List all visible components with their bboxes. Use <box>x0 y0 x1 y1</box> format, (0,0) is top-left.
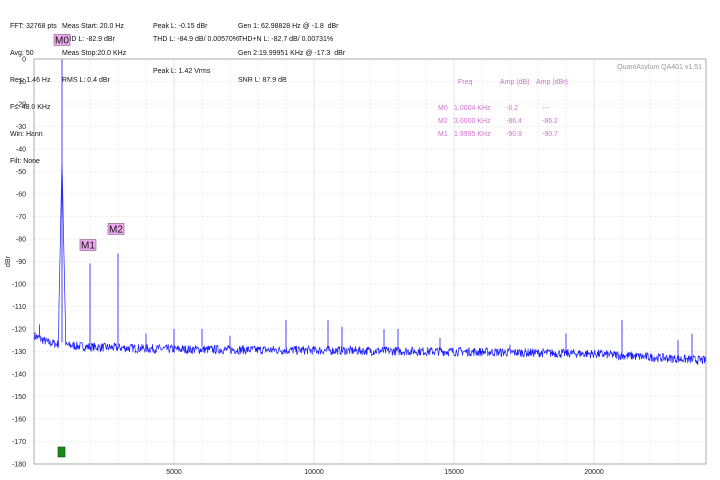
marker-table-header: Freq <box>458 79 473 86</box>
marker-table-cell: M2 <box>438 118 448 125</box>
marker-m1[interactable]: M1 <box>79 239 97 252</box>
marker-label: M0 <box>55 35 69 46</box>
marker-labels[interactable]: M0 M1 M2 <box>53 34 125 252</box>
marker-m0[interactable]: M0 <box>53 34 71 46</box>
x-tick-label: 15000 <box>444 469 464 476</box>
bottom-indicator-icon[interactable] <box>57 446 66 458</box>
marker-table-header: Amp (dB) <box>500 79 530 86</box>
x-tick-label: 10000 <box>304 469 324 476</box>
y-tick-label: -110 <box>13 304 27 311</box>
y-tick-label: -150 <box>12 394 26 401</box>
marker-table-cell: 1.9995 KHz <box>454 131 491 138</box>
marker-table-cell: -90.9 <box>506 131 522 138</box>
spectrum-trace <box>34 165 707 366</box>
marker-table-cell: M0 <box>438 105 448 112</box>
y-tick-label: -130 <box>12 349 26 356</box>
y-tick-label: -60 <box>16 192 26 199</box>
marker-label: M2 <box>109 224 123 235</box>
y-tick-label: -170 <box>12 439 26 446</box>
y-tick-label: -140 <box>12 372 26 379</box>
watermark-text: QuantAsylum QA401 v1.51 <box>617 64 702 71</box>
marker-table-cell: 3.0000 KHz <box>454 118 491 125</box>
marker-m2[interactable]: M2 <box>107 223 125 235</box>
x-tick-label: 20000 <box>584 469 604 476</box>
y-tick-label: -10 <box>16 79 26 86</box>
spectrum-chart[interactable]: 0 -10 -20 -30 -40 -50 -60 -70 -80 -90 -100 -110 -120… <box>0 0 720 480</box>
y-tick-label: -90 <box>16 259 26 266</box>
marker-table-cell: -86.2 <box>542 118 558 125</box>
y-tick-label: -80 <box>16 237 26 244</box>
y-axis-label: dBr <box>5 255 12 267</box>
y-tick-label: -20 <box>16 102 26 109</box>
y-tick-label: -30 <box>16 124 26 131</box>
y-tick-label: -180 <box>12 462 26 469</box>
marker-table-cell: --- <box>542 105 550 112</box>
marker-table-cell: -90.7 <box>542 131 558 138</box>
marker-table-cell: 1.0004 KHz <box>454 105 491 112</box>
y-tick-label: -70 <box>16 214 26 221</box>
y-tick-label: -100 <box>12 282 26 289</box>
y-tick-label: -50 <box>16 169 26 176</box>
marker-table-cell: -86.4 <box>506 118 522 125</box>
marker-table-cell: M1 <box>438 131 448 138</box>
y-tick-label: 0 <box>22 57 26 64</box>
x-tick-label: 5000 <box>166 469 182 476</box>
marker-table-header: Amp (dBr) <box>536 79 568 86</box>
y-tick-label: -40 <box>16 147 26 154</box>
marker-table: Freq Amp (dB) Amp (dBr) M0 1.0004 KHz -0.2 ---… <box>438 79 568 138</box>
marker-table-cell: -0.2 <box>506 105 518 112</box>
y-tick-label: -120 <box>12 327 26 334</box>
y-tick-label: -160 <box>12 417 26 424</box>
x-tick-labels: 5000 10000 15000 20000 <box>166 469 604 476</box>
chart-grid <box>34 58 706 465</box>
y-tick-labels: 0 -10 -20 -30 -40 -50 -60 -70 -80 -90 -100 -110 -120… <box>12 57 26 469</box>
marker-label: M1 <box>81 241 95 252</box>
